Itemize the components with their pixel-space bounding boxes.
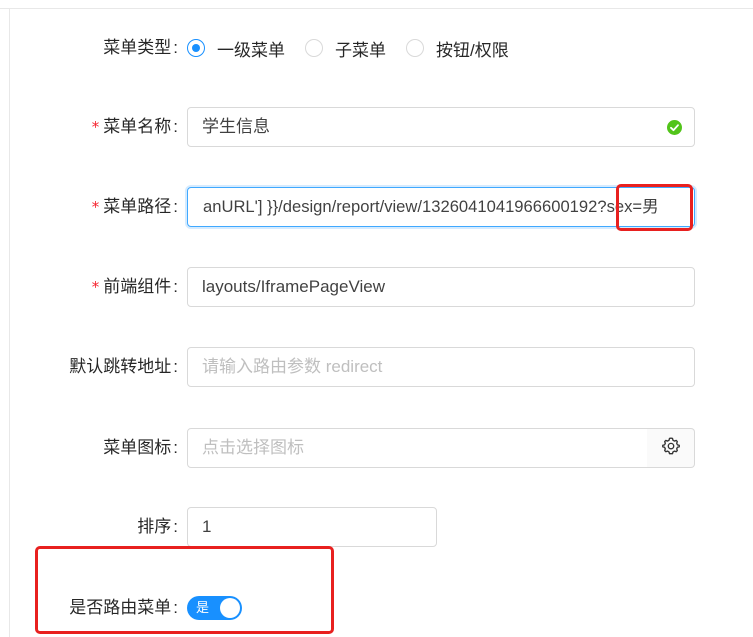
is-route-menu-label: 是否路由菜单: (69, 598, 178, 617)
radio-dot[interactable] (406, 39, 424, 57)
check-circle-icon (667, 120, 682, 135)
radio-button-permission[interactable]: 按钮/权限 (406, 36, 509, 61)
radio-label: 按钮/权限 (436, 40, 509, 60)
frontend-component-label: * 前端组件: (91, 277, 178, 296)
required-mark: * (91, 118, 100, 136)
panel-top-border (0, 8, 753, 9)
menu-path-label: * 菜单路径: (91, 197, 178, 216)
menu-name-value: 学生信息 (202, 117, 270, 136)
required-mark: * (91, 198, 100, 216)
menu-name-input[interactable]: 学生信息 (187, 107, 695, 147)
menu-icon-placeholder: 点击选择图标 (202, 438, 304, 457)
gear-icon[interactable] (661, 436, 680, 460)
sort-order-label: 排序: (137, 517, 178, 536)
sort-order-value: 1 (202, 517, 212, 536)
radio-dot-checked[interactable] (187, 39, 205, 57)
menu-path-input[interactable]: anURL'] }}/design/report/view/1326041041… (187, 187, 695, 227)
radio-label: 一级菜单 (217, 40, 285, 60)
radio-submenu[interactable]: 子菜单 (305, 36, 386, 61)
menu-icon-label: 菜单图标: (103, 438, 178, 457)
radio-top-level-menu[interactable]: 一级菜单 (187, 36, 285, 61)
sort-order-input[interactable]: 1 (187, 507, 437, 547)
frontend-component-input[interactable]: layouts/IframePageView (187, 267, 695, 307)
default-redirect-input[interactable]: 请输入路由参数 redirect (187, 347, 695, 387)
menu-path-value: anURL'] }}/design/report/view/1326041041… (203, 197, 659, 216)
menu-icon-input[interactable]: 点击选择图标 (187, 428, 648, 468)
default-redirect-label: 默认跳转地址: (69, 357, 178, 376)
menu-name-label: * 菜单名称: (91, 117, 178, 136)
menu-type-radio-group: 一级菜单 子菜单 按钮/权限 (187, 28, 529, 68)
default-redirect-placeholder: 请输入路由参数 redirect (202, 357, 383, 376)
required-mark: * (91, 278, 100, 296)
switch-text: 是 (196, 600, 210, 615)
switch-knob[interactable] (220, 598, 240, 618)
is-route-menu-switch[interactable]: 是 (187, 596, 242, 620)
menu-edit-form: 菜单类型: 一级菜单 子菜单 按钮/权限 * 菜单名称: 学生信息 * 菜单路径… (0, 0, 753, 637)
frontend-component-value: layouts/IframePageView (202, 277, 386, 296)
radio-label: 子菜单 (335, 40, 386, 60)
icon-picker-button[interactable] (647, 428, 695, 468)
panel-left-border (9, 8, 10, 637)
radio-dot[interactable] (305, 39, 323, 57)
menu-type-label: 菜单类型: (103, 38, 178, 57)
